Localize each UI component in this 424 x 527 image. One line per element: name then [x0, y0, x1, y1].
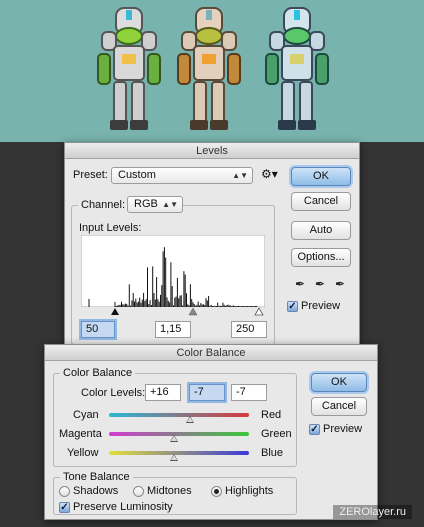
- magenta-green-slider-thumb[interactable]: [170, 435, 179, 442]
- highlights-label: Highlights: [225, 485, 274, 497]
- channel-label: Channel:: [78, 199, 129, 211]
- select-arrows-icon: ▲▼: [232, 171, 248, 180]
- color-level-2-field[interactable]: -7: [189, 384, 225, 401]
- cyan-red-slider-thumb[interactable]: [186, 416, 195, 423]
- channel-value: RGB: [134, 198, 158, 210]
- black-eyedropper-icon[interactable]: ✒: [293, 277, 307, 291]
- black-point-thumb: [111, 308, 119, 315]
- red-label: Red: [261, 409, 282, 421]
- tone-balance-title: Tone Balance: [60, 471, 133, 483]
- preset-options-gear-icon[interactable]: ⚙▾: [261, 167, 278, 181]
- yellow-blue-slider[interactable]: [109, 451, 249, 455]
- shadows-label: Shadows: [73, 485, 119, 497]
- levels-preview-label: Preview: [301, 300, 341, 312]
- preset-select[interactable]: Custom ▲▼: [111, 167, 253, 184]
- levels-cancel-button[interactable]: Cancel: [291, 192, 351, 211]
- green-label: Green: [261, 428, 292, 440]
- input-levels-thumbs: [111, 307, 264, 316]
- color-balance-dialog: Color Balance Color Balance Color Levels…: [44, 344, 378, 520]
- white-eyedropper-icon[interactable]: ✒: [333, 277, 347, 291]
- levels-histogram: [81, 235, 265, 307]
- color-balance-ok-button[interactable]: OK: [311, 373, 367, 392]
- gray-eyedropper-icon[interactable]: ✒: [313, 277, 327, 291]
- color-level-3-field[interactable]: -7: [231, 384, 267, 401]
- input-levels-label: Input Levels:: [79, 222, 142, 234]
- color-balance-cancel-button[interactable]: Cancel: [311, 397, 367, 416]
- blue-label: Blue: [261, 447, 284, 459]
- levels-preview-checkbox[interactable]: ✓: [287, 301, 298, 312]
- color-balance-preview-label: Preview: [323, 423, 363, 435]
- color-balance-title: Color Balance: [45, 345, 377, 361]
- color-balance-preview-checkbox[interactable]: ✓: [309, 424, 320, 435]
- gamma-thumb: [188, 307, 198, 316]
- input-levels-slider[interactable]: [81, 307, 265, 317]
- input-gamma-field[interactable]: 1,15: [155, 321, 191, 338]
- yellow-label: Yellow: [67, 447, 99, 459]
- color-levels-label: Color Levels:: [81, 387, 146, 399]
- robot-sprite-original: [97, 7, 161, 130]
- input-white-field[interactable]: 250: [231, 321, 267, 338]
- shadows-radio[interactable]: [59, 486, 70, 497]
- select-arrows-icon: ▲▼: [162, 200, 178, 209]
- preset-value: Custom: [118, 169, 156, 181]
- robot-sprite-cool: [265, 7, 329, 130]
- levels-title: Levels: [65, 143, 359, 159]
- midtones-label: Midtones: [147, 485, 192, 497]
- yellow-blue-slider-thumb[interactable]: [170, 454, 179, 461]
- input-black-field[interactable]: 50: [81, 321, 115, 338]
- options-button[interactable]: Options...: [291, 248, 351, 267]
- levels-ok-button[interactable]: OK: [291, 167, 351, 186]
- magenta-label: Magenta: [59, 428, 102, 440]
- robot-sprite-warm: [177, 7, 241, 130]
- color-level-1-field[interactable]: +16: [145, 384, 181, 401]
- watermark: ZEROlayer.ru: [333, 505, 412, 519]
- highlights-radio[interactable]: [211, 486, 222, 497]
- preview-artwork: [0, 0, 424, 142]
- cyan-red-slider[interactable]: [109, 413, 249, 417]
- levels-dialog: Levels Preset: Custom ▲▼ ⚙▾ OK Cancel Ch…: [64, 142, 360, 348]
- preset-label: Preset:: [73, 169, 108, 181]
- auto-button[interactable]: Auto: [291, 221, 351, 240]
- midtones-radio[interactable]: [133, 486, 144, 497]
- cyan-label: Cyan: [73, 409, 99, 421]
- color-balance-group-title: Color Balance: [60, 367, 136, 379]
- channel-select[interactable]: RGB ▲▼: [127, 196, 183, 213]
- preserve-luminosity-checkbox[interactable]: ✓: [59, 502, 70, 513]
- white-point-thumb: [254, 307, 264, 316]
- magenta-green-slider[interactable]: [109, 432, 249, 436]
- preserve-luminosity-label: Preserve Luminosity: [73, 501, 173, 513]
